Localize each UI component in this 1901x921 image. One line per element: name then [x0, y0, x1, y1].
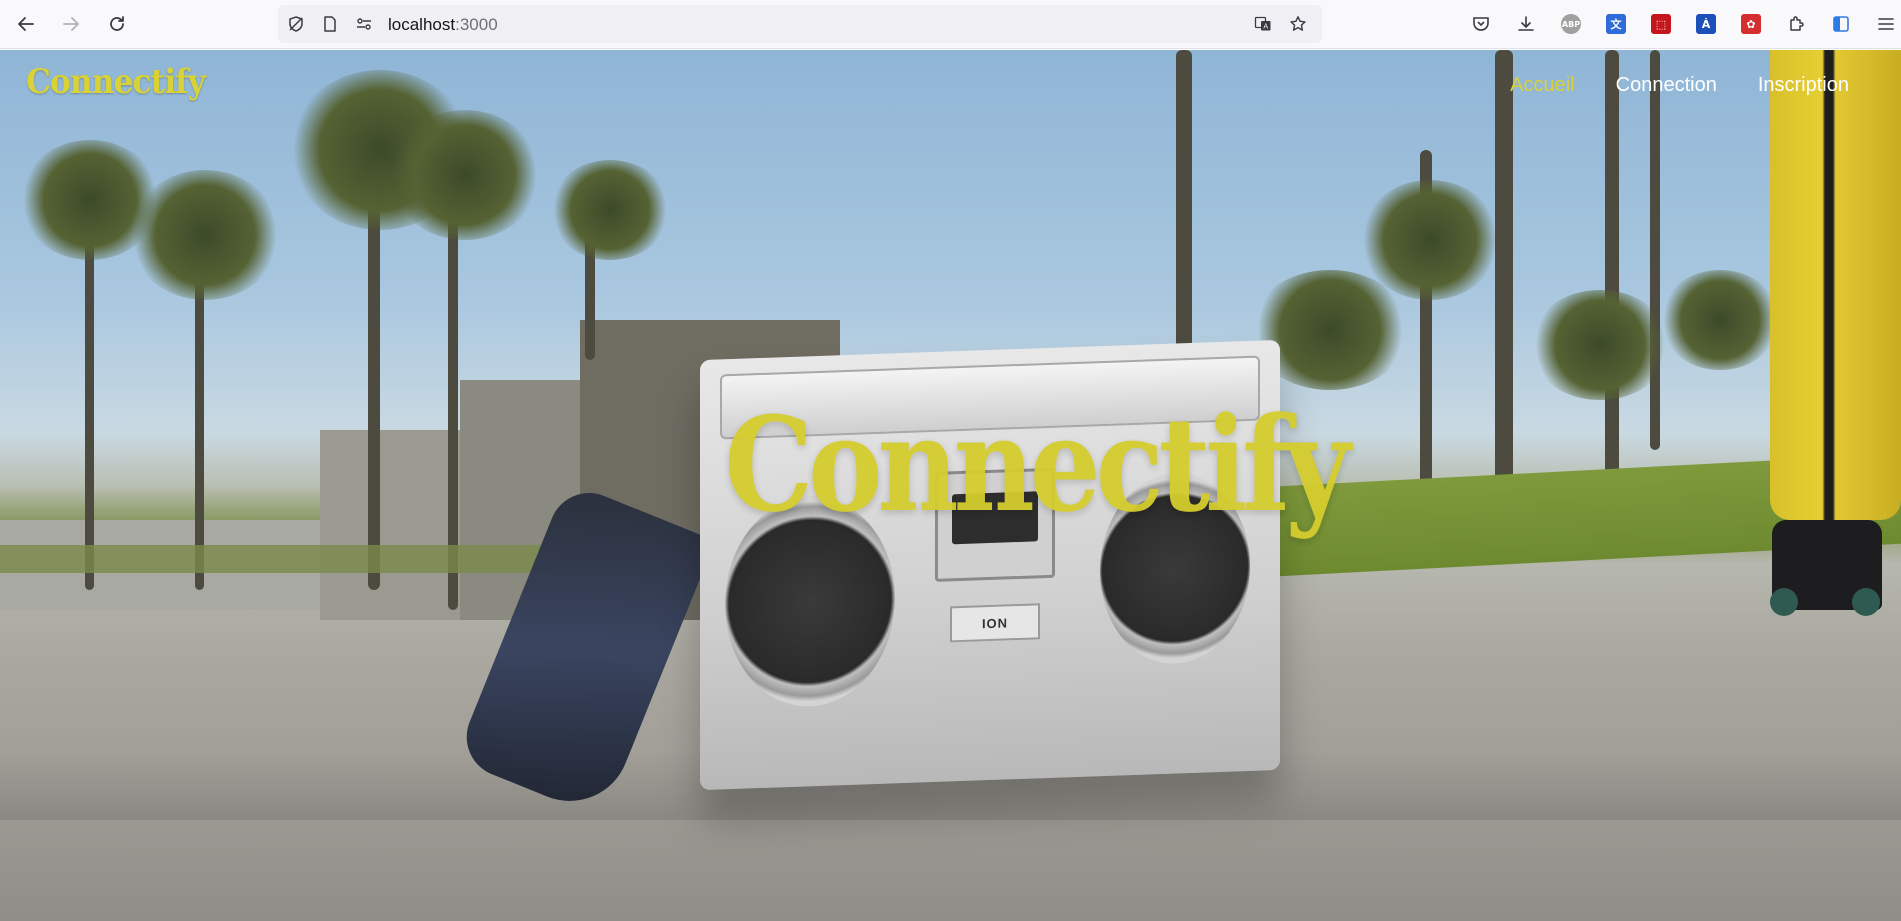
back-button[interactable] [14, 12, 38, 36]
translate-extension-icon[interactable]: 文 [1604, 12, 1628, 36]
nav-link-home[interactable]: Accueil [1510, 74, 1574, 97]
palm-tree [1605, 50, 1619, 490]
roller-skate [1770, 520, 1882, 616]
nav-link-login[interactable]: Connection [1616, 74, 1717, 97]
hero-title: Connectify [724, 388, 1350, 541]
palm-tree [85, 210, 94, 590]
extensions-puzzle-icon[interactable] [1784, 12, 1808, 36]
palm-tree [368, 170, 380, 590]
palm-tree [1360, 180, 1500, 300]
palm-tree [1660, 270, 1780, 370]
adblock-icon[interactable]: ABP [1559, 12, 1583, 36]
reload-button[interactable] [105, 12, 129, 36]
sidebar-icon[interactable] [1829, 12, 1853, 36]
palm-tree [550, 160, 670, 260]
palm-tree [1530, 290, 1670, 400]
forward-arrow-icon [63, 17, 79, 31]
forward-button[interactable] [59, 12, 83, 36]
url-bar[interactable]: localhost:3000 A [278, 5, 1322, 43]
pocket-icon[interactable] [1469, 12, 1493, 36]
site-nav: Accueil Connection Inscription [1510, 74, 1849, 97]
skate-wheel [1852, 588, 1880, 616]
skater-pants [1770, 50, 1901, 520]
translate-page-icon[interactable]: A [1253, 14, 1273, 34]
downloads-icon[interactable] [1514, 12, 1538, 36]
permissions-icon[interactable] [354, 14, 374, 34]
red-extension-icon[interactable]: ✿ [1739, 12, 1763, 36]
palm-tree [390, 110, 540, 240]
url-port: :3000 [455, 15, 498, 34]
boombox-brand: ION [950, 603, 1040, 643]
tracking-protection-icon[interactable] [286, 14, 306, 34]
browser-toolbar: localhost:3000 A ABP 文 ⬚ Ȧ ✿ [0, 0, 1901, 49]
palm-tree [1650, 50, 1660, 450]
reload-icon [110, 16, 124, 31]
nav-link-signup[interactable]: Inscription [1758, 74, 1849, 97]
bookmark-star-icon[interactable] [1288, 14, 1308, 34]
palm-tree [130, 170, 280, 300]
url-host: localhost [388, 15, 456, 34]
site-logo[interactable]: Connectify [26, 62, 206, 102]
skate-wheel [1770, 588, 1798, 616]
page-viewport: ION Connectify Accueil Connection Inscri… [0, 50, 1901, 921]
pdf-extension-icon[interactable]: ⬚ [1649, 12, 1673, 36]
svg-text:A: A [1263, 23, 1268, 31]
app-menu-icon[interactable] [1874, 12, 1898, 36]
back-arrow-icon [18, 17, 34, 31]
palm-tree [1495, 50, 1513, 500]
page-info-icon[interactable] [320, 14, 340, 34]
text-extension-icon[interactable]: Ȧ [1694, 12, 1718, 36]
url-text[interactable]: localhost:3000 [388, 15, 498, 35]
